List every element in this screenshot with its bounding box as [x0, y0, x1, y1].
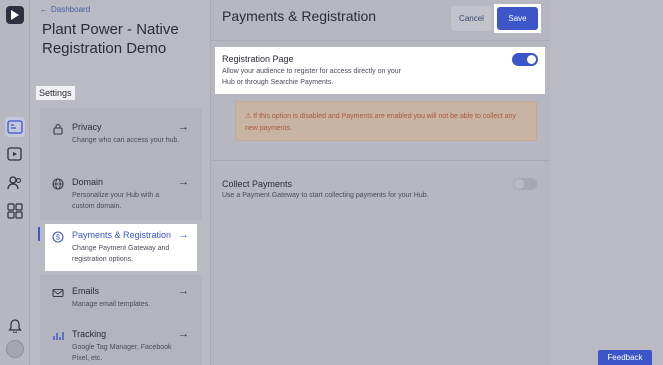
header-divider: [210, 40, 550, 41]
warning-text: ⚠ If this option is disabled and Payment…: [245, 111, 525, 135]
collect-payments-desc: Use a Payment Gateway to start collectin…: [222, 192, 429, 199]
back-to-dashboard-link[interactable]: ← Dashboard: [40, 5, 90, 14]
collect-payments-title: Collect Payments: [222, 179, 293, 189]
hubs-icon[interactable]: [5, 117, 25, 137]
nav-item-title: Payments & Registration: [72, 230, 172, 240]
warning-icon: ⚠: [245, 113, 254, 120]
right-blank-area: [551, 0, 663, 365]
bell-icon[interactable]: [5, 315, 25, 335]
arrow-right-icon: →: [178, 121, 189, 133]
nav-item-title: Privacy: [72, 122, 102, 132]
nav-item-emails[interactable]: Emails Manage email templates. →: [45, 280, 197, 328]
feedback-button[interactable]: Feedback: [598, 350, 652, 365]
nav-item-desc: Change who can access your hub.: [72, 137, 180, 144]
audience-icon[interactable]: [5, 173, 25, 193]
page-title: Payments & Registration: [222, 8, 377, 24]
warning-banner: ⚠ If this option is disabled and Payment…: [235, 101, 537, 141]
registration-page-section: Registration Page Allow your audience to…: [215, 47, 545, 94]
arrow-right-icon: →: [178, 328, 189, 340]
arrow-right-icon: →: [178, 229, 189, 241]
registration-desc: Allow your audience to register for acce…: [222, 68, 401, 86]
mail-icon: [52, 286, 64, 298]
chart-icon: [52, 329, 64, 341]
icon-rail: [0, 0, 30, 365]
nav-item-title: Tracking: [72, 329, 107, 339]
warning-message: If this option is disabled and Payments …: [245, 113, 516, 132]
nav-item-payments-registration[interactable]: $ Payments & Registration Change Payment…: [45, 224, 197, 271]
section-divider: [210, 160, 550, 161]
save-button-highlight: Save: [494, 4, 541, 33]
nav-item-domain[interactable]: Domain Personalize your Hub with a custo…: [45, 171, 197, 219]
nav-item-privacy[interactable]: Privacy Change who can access your hub. …: [45, 116, 197, 164]
nav-item-desc: Google Tag Manager, Facebook Pixel, etc.: [72, 344, 172, 362]
nav-item-title: Emails: [72, 286, 100, 296]
globe-icon: [52, 177, 64, 190]
back-label: Dashboard: [51, 5, 91, 14]
apps-grid-icon[interactable]: [5, 201, 25, 221]
media-icon[interactable]: [5, 144, 25, 164]
arrow-right-icon: →: [178, 176, 189, 188]
nav-item-desc: Change Payment Gateway and registration …: [72, 245, 170, 263]
registration-title: Registration Page: [222, 54, 294, 64]
user-avatar[interactable]: [6, 340, 24, 358]
registration-toggle[interactable]: [512, 53, 538, 66]
collect-payments-toggle[interactable]: [513, 178, 537, 190]
arrow-left-icon: ←: [40, 5, 48, 14]
dollar-icon: $: [52, 230, 64, 243]
toggle-knob: [514, 179, 524, 189]
app-logo-icon[interactable]: [6, 6, 24, 24]
hub-title: Plant Power - Native Registration Demo: [42, 21, 179, 57]
active-nav-indicator: [38, 227, 40, 241]
toggle-knob: [527, 55, 536, 64]
lock-icon: [52, 122, 64, 135]
nav-item-title: Domain: [72, 177, 104, 187]
arrow-right-icon: →: [178, 285, 189, 297]
nav-item-tracking[interactable]: Tracking Google Tag Manager, Facebook Pi…: [45, 323, 197, 365]
cancel-button[interactable]: Cancel: [451, 6, 492, 31]
nav-item-desc: Personalize your Hub with a custom domai…: [72, 192, 160, 210]
save-button[interactable]: Save: [497, 7, 538, 30]
settings-heading: Settings: [36, 86, 75, 100]
nav-item-desc: Manage email templates.: [72, 301, 151, 308]
svg-text:$: $: [56, 235, 60, 242]
